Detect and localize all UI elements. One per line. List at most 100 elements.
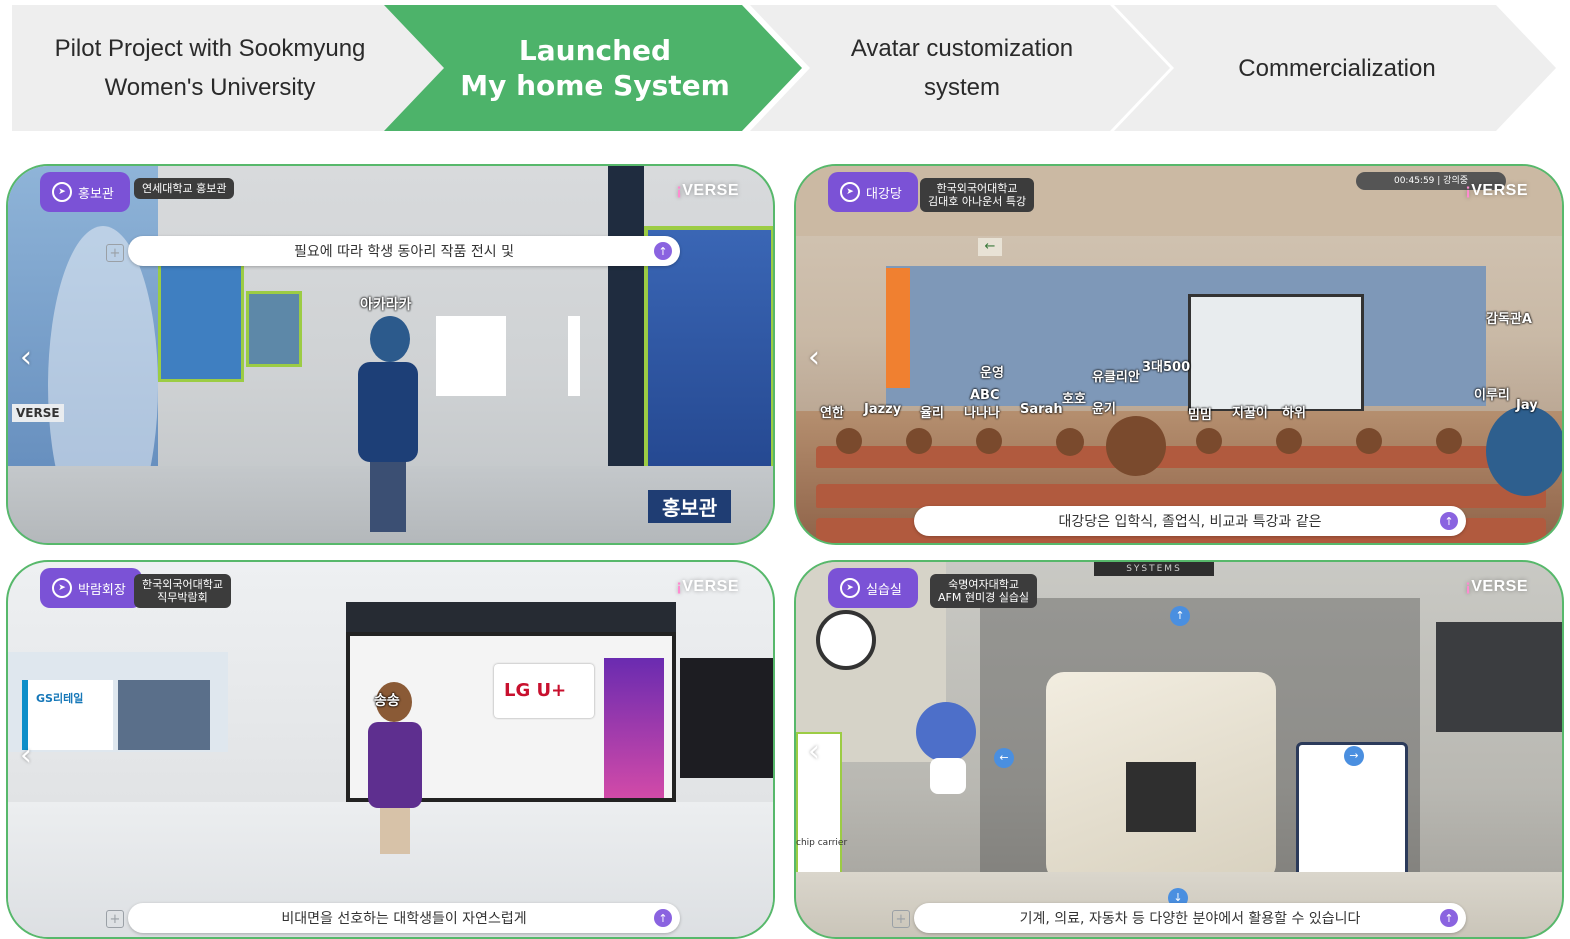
audience-head [836, 428, 862, 454]
avatar-head [370, 316, 410, 362]
send-icon[interactable]: ↑ [654, 909, 672, 927]
location-label: 한국외국어대학교 직무박람회 [134, 574, 231, 608]
chat-text: 비대면을 선호하는 대학생들이 자연스럽게 [281, 911, 527, 927]
wall-logo: VERSE [12, 404, 64, 422]
send-icon[interactable]: ↑ [1440, 512, 1458, 530]
location-label: 숙명여자대학교 AFM 현미경 실습실 [930, 574, 1038, 608]
booth-gs-poster [118, 680, 210, 750]
name-tag: Jay [1516, 398, 1538, 413]
location-pill[interactable]: ➤ 홍보관 [40, 172, 130, 212]
location-label-line1: 한국외국어대학교 [142, 578, 223, 591]
exit-arrow-icon: ← [978, 238, 1002, 256]
side-label: chip carrier [796, 838, 848, 848]
audience-head [1276, 428, 1302, 454]
screenshot-afm-lab: SYSTEMS chip carrier ↑ ← → ↓ ➤ 실습실 숙명여자대… [794, 560, 1564, 939]
navigation-icon: ➤ [840, 182, 860, 202]
name-tag: 운영 [980, 366, 1004, 381]
avatar-name-tag: 아카라카 [360, 297, 412, 313]
location-name: 박람회장 [78, 582, 126, 598]
audience-head [1196, 428, 1222, 454]
location-label-line1: 한국외국어대학교 [936, 182, 1018, 195]
name-tag: 밈밈 [1188, 408, 1212, 423]
audience-head [1056, 428, 1084, 456]
chat-bar[interactable]: 기계, 의료, 자동차 등 다양한 분야에서 활용할 수 있습니다 ↑ [914, 903, 1466, 933]
location-label: 연세대학교 홍보관 [134, 178, 235, 199]
location-pill[interactable]: ➤ 박람회장 [40, 568, 142, 608]
step-avatar-customization: Avatar customization system [750, 5, 1170, 131]
curtain-wall [886, 266, 1486, 406]
name-tag: 지꿀이 [1232, 406, 1268, 421]
navigation-icon: ➤ [840, 578, 860, 598]
add-button[interactable]: + [892, 910, 910, 928]
prev-arrow-icon[interactable]: ‹ [808, 734, 820, 769]
step-avatar-line1: Avatar customization [850, 35, 1074, 62]
step-pilot-line1: Pilot Project with Sookmyung [54, 35, 366, 62]
location-label-line2: 김대호 아나운서 특강 [928, 195, 1027, 208]
step-launched-line1: Launched [518, 34, 672, 67]
prev-arrow-icon[interactable]: ‹ [808, 340, 820, 375]
send-icon[interactable]: ↑ [1440, 909, 1458, 927]
audience-head [906, 428, 932, 454]
chat-bar[interactable]: 대강당은 입학식, 졸업식, 비교과 특강과 같은 ↑ [914, 506, 1466, 536]
chat-text: 필요에 따라 학생 동아리 작품 전시 및 [294, 244, 514, 260]
step-avatar-line2: system [923, 74, 1000, 101]
avatar-body [368, 722, 422, 808]
audience-head [1436, 428, 1462, 454]
booth-lg-screen [680, 658, 773, 778]
step-pilot-line2: Women's University [104, 74, 316, 101]
name-tag: 감독관A [1486, 312, 1532, 327]
name-tag: 3대500 [1142, 360, 1191, 375]
wall-board [1436, 622, 1562, 732]
location-label-line2: 직무박람회 [157, 591, 208, 604]
name-tag: Jazzy [864, 402, 902, 417]
verse-logo: ¡VERSE [1465, 182, 1528, 199]
prev-arrow-icon[interactable]: ‹ [20, 340, 32, 375]
name-tag: 호호 [1062, 392, 1086, 407]
send-icon[interactable]: ↑ [654, 242, 672, 260]
location-name: 실습실 [866, 582, 902, 598]
chat-text: 대강당은 입학식, 졸업식, 비교과 특강과 같은 [1058, 514, 1322, 530]
name-tag: 율리 [920, 406, 944, 421]
chat-bar[interactable]: 비대면을 선호하는 대학생들이 자연스럽게 ↑ [128, 903, 680, 933]
step-pilot-project: Pilot Project with Sookmyung Women's Uni… [12, 5, 448, 131]
screenshot-promotion-hall: 아카라카 VERSE 홍보관 ➤ 홍보관 연세대학교 홍보관 ¡VERSE + … [6, 164, 775, 545]
add-button[interactable]: + [106, 244, 124, 262]
name-tag: ABC [970, 388, 1000, 403]
afm-stage [1126, 762, 1196, 832]
add-button[interactable]: + [106, 910, 124, 928]
white-panel-edge [568, 316, 580, 396]
booth-lg-posters [604, 658, 664, 798]
verse-logo: ¡VERSE [1465, 578, 1528, 595]
screenshot-auditorium: 운영 ABC 나나나 Sarah 호호 윤기 유클리안 3대500 감독관A 이… [794, 164, 1564, 545]
name-tag: Sarah [1020, 402, 1063, 417]
prev-arrow-icon[interactable]: ‹ [20, 738, 32, 773]
verse-logo: ¡VERSE [676, 578, 739, 595]
mascot-head [916, 702, 976, 762]
step-commercialization: Commercialization [1114, 5, 1556, 131]
step-commercialization-label: Commercialization [1238, 54, 1436, 82]
audience-head [1356, 428, 1382, 454]
screenshot-job-fair: GS리테일 LG U+ 송송 ➤ 박람회장 한국외국어대학교 직무박람회 ¡VE… [6, 560, 775, 939]
hotspot-up-icon[interactable]: ↑ [1170, 606, 1190, 626]
mascot-body [930, 758, 966, 794]
location-label-line1: 숙명여자대학교 [948, 578, 1019, 591]
audience-head [976, 428, 1002, 454]
wall-clock [816, 610, 876, 670]
location-pill[interactable]: ➤ 실습실 [828, 568, 918, 608]
hall-sign: 홍보관 [648, 490, 732, 523]
booth-gs-label: GS리테일 [36, 692, 84, 705]
audience-head-foreground [1486, 406, 1562, 496]
location-name: 홍보관 [78, 186, 114, 202]
name-tag: 하위 [1282, 406, 1306, 421]
avatar-body [358, 362, 418, 462]
white-panel [436, 316, 506, 396]
location-label-line2: AFM 현미경 실습실 [938, 591, 1030, 604]
location-pill[interactable]: ➤ 대강당 [828, 172, 918, 212]
chat-bar[interactable]: 필요에 따라 학생 동아리 작품 전시 및 ↑ [128, 236, 680, 266]
seat-row [816, 484, 1546, 508]
hotspot-left-icon[interactable]: ← [994, 748, 1014, 768]
hotspot-right-icon[interactable]: → [1344, 746, 1364, 766]
photo-frame-small [246, 291, 302, 367]
name-tag: 유클리안 [1092, 370, 1140, 385]
booth-lg-roof [346, 602, 676, 632]
